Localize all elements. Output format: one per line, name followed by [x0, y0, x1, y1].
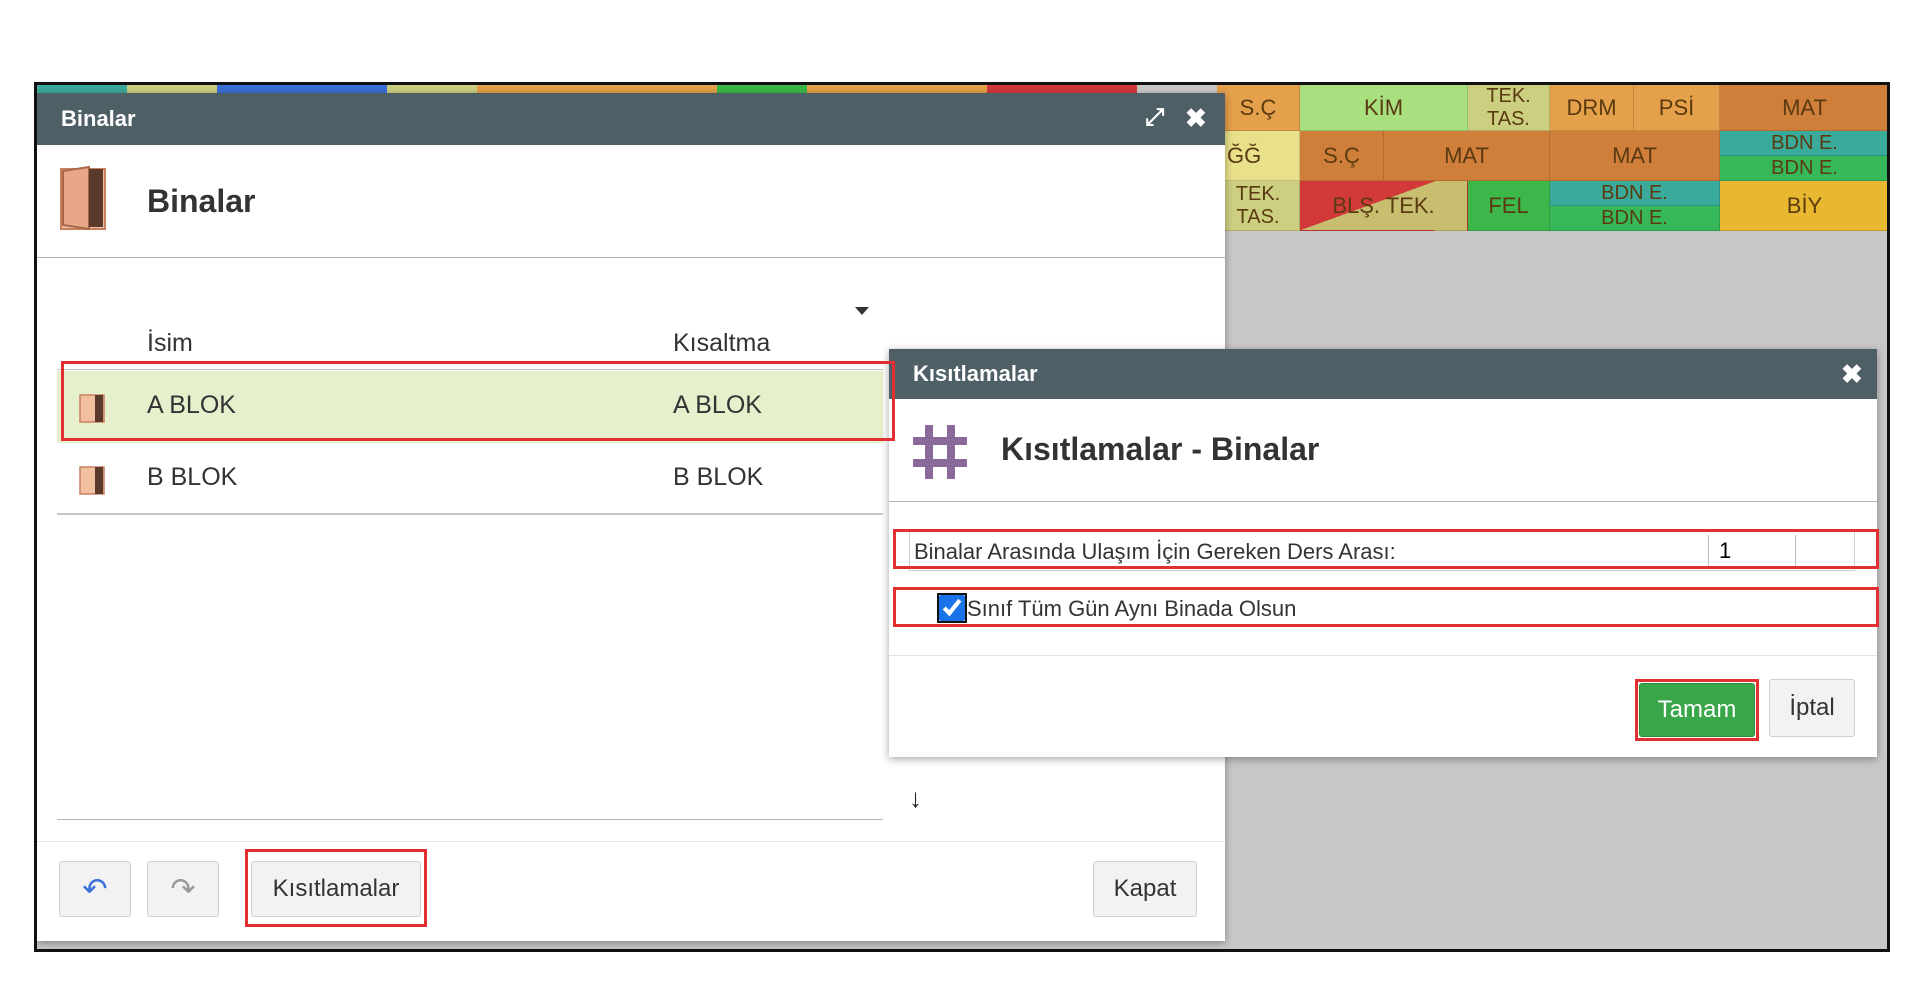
grid-hash-icon: [913, 425, 967, 479]
dialog-header: Kısıtlamalar - Binalar: [1001, 431, 1320, 467]
timetable-cell[interactable]: MAT: [1384, 131, 1550, 181]
header-divider: [37, 257, 1225, 258]
undo-button[interactable]: ↶: [59, 861, 131, 917]
timetable-cell[interactable]: BDN E.: [1550, 206, 1720, 231]
column-header-short[interactable]: Kısaltma: [673, 329, 770, 358]
cancel-button[interactable]: İptal: [1769, 679, 1855, 737]
table-row[interactable]: B BLOK B BLOK: [57, 443, 883, 515]
row-short: B BLOK: [673, 463, 764, 491]
footer-divider: [889, 655, 1877, 656]
timetable-strip: [807, 85, 987, 93]
close-button[interactable]: Kapat: [1093, 861, 1197, 917]
same-building-row: Sınıf Tüm Gün Aynı Binada Olsun: [909, 589, 1855, 629]
timetable-cell[interactable]: TEK. TAS.: [1468, 85, 1550, 131]
timetable-cell[interactable]: MAT: [1720, 85, 1887, 131]
timetable-strip: [387, 85, 477, 93]
timetable-strip: [477, 85, 717, 93]
kisitlamalar-titlebar: Kısıtlamalar: [889, 349, 1877, 399]
timetable-strip: [217, 85, 387, 93]
timetable-cell[interactable]: PSİ: [1634, 85, 1720, 131]
timetable-strip: [37, 85, 127, 93]
door-icon: [79, 466, 105, 495]
timetable-strip: [127, 85, 217, 93]
transit-gap-row: Binalar Arasında Ulaşım İçin Gereken Der…: [909, 531, 1855, 571]
timetable-cell[interactable]: KİM: [1300, 85, 1468, 131]
door-icon: [79, 394, 105, 423]
binalar-titlebar: Binalar: [37, 93, 1225, 145]
timetable-cell[interactable]: FEL: [1468, 181, 1550, 231]
timetable-strip: [987, 85, 1137, 93]
transit-gap-label: Binalar Arasında Ulaşım İçin Gereken Der…: [914, 539, 1396, 564]
column-header-name[interactable]: İsim: [147, 329, 193, 358]
transit-gap-input[interactable]: [1708, 535, 1796, 567]
column-menu-icon[interactable]: [855, 307, 869, 315]
timetable-cell[interactable]: S.Ç: [1300, 131, 1384, 181]
timetable-strip: [717, 85, 807, 93]
arrow-down-icon[interactable]: ↓: [909, 783, 922, 814]
table-row[interactable]: A BLOK A BLOK: [57, 371, 883, 443]
table-header-divider: [57, 369, 883, 370]
binalar-header: Binalar: [147, 183, 256, 219]
close-icon[interactable]: ✖: [1185, 105, 1207, 131]
row-name: A BLOK: [147, 391, 236, 419]
close-icon[interactable]: ✖: [1841, 361, 1863, 387]
timetable-cell[interactable]: DRM: [1550, 85, 1634, 131]
window-title: Binalar: [61, 106, 136, 131]
same-building-label: Sınıf Tüm Gün Aynı Binada Olsun: [967, 596, 1297, 621]
ok-button[interactable]: Tamam: [1639, 683, 1755, 737]
kisitlamalar-dialog: Kısıtlamalar ✖ Kısıtlamalar - Binalar Bi…: [889, 349, 1877, 757]
timetable-cell[interactable]: BDN E.: [1720, 156, 1887, 181]
app-frame: S.Ç KİM TEK. TAS. DRM PSİ MAT ĞĞ S.Ç MAT…: [34, 82, 1890, 952]
footer-divider: [37, 841, 1225, 842]
header-divider: [889, 501, 1877, 502]
timetable-cell[interactable]: TEK. TAS.: [1217, 181, 1300, 231]
same-building-checkbox[interactable]: [937, 593, 967, 623]
timetable-cell[interactable]: BDN E.: [1550, 181, 1720, 206]
timetable-cell[interactable]: BİY: [1720, 181, 1887, 231]
row-name: B BLOK: [147, 463, 238, 491]
table-bottom-divider: [57, 819, 883, 820]
timetable-cell[interactable]: S.Ç: [1217, 85, 1300, 131]
door-icon: [60, 165, 106, 231]
maximize-icon[interactable]: ⤢: [1145, 105, 1164, 131]
timetable-cell[interactable]: MAT: [1550, 131, 1720, 181]
redo-button[interactable]: ↷: [147, 861, 219, 917]
timetable-cell[interactable]: ĞĞ: [1217, 131, 1300, 181]
dialog-title: Kısıtlamalar: [913, 361, 1038, 386]
row-short: A BLOK: [673, 391, 762, 419]
timetable-cell[interactable]: BDN E.: [1720, 131, 1887, 156]
timetable-cell[interactable]: BLŞ. TEK.: [1300, 181, 1468, 231]
constraints-button[interactable]: Kısıtlamalar: [251, 861, 421, 917]
